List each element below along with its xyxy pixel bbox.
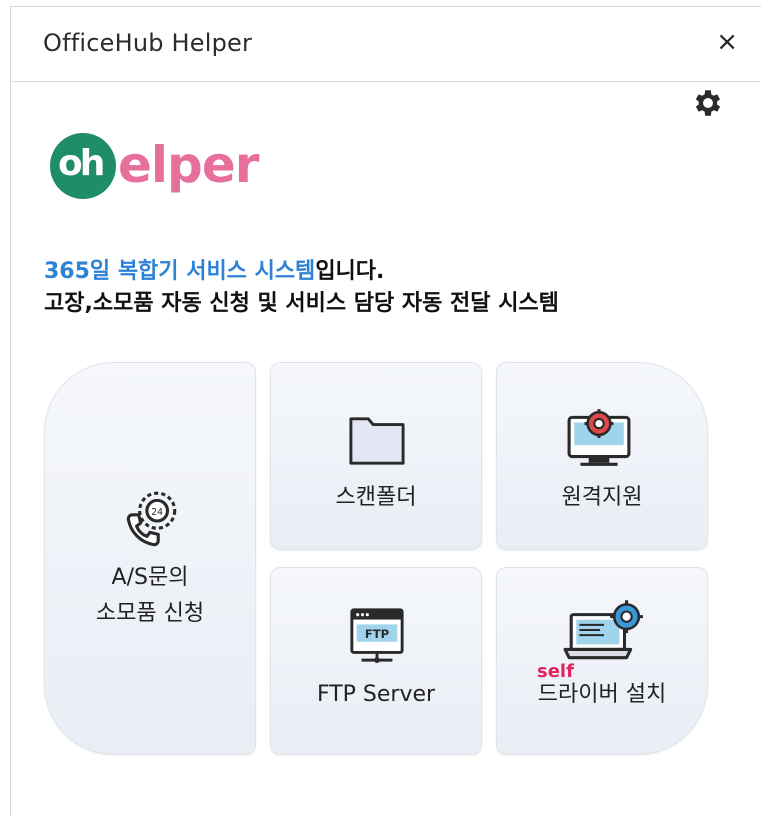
helper-logo: oh elper bbox=[50, 133, 280, 203]
title-bar: OfficeHub Helper × bbox=[11, 7, 761, 82]
description-line-2: 고장,소모품 자동 신청 및 서비스 담당 자동 전달 시스템 bbox=[44, 291, 559, 316]
gear-icon[interactable] bbox=[691, 86, 725, 120]
driver-install-tile[interactable]: self 드라이버 설치 bbox=[496, 567, 708, 755]
ftp-icon-text: FTP bbox=[365, 627, 390, 641]
description-rest: 입니다. bbox=[315, 259, 385, 284]
logo-text: elper bbox=[118, 136, 259, 194]
window-title: OfficeHub Helper bbox=[43, 29, 253, 57]
folder-icon bbox=[349, 417, 405, 465]
remote-support-label: 원격지원 bbox=[561, 485, 643, 510]
ftp-server-icon: FTP bbox=[350, 608, 404, 664]
ftp-server-label: FTP Server bbox=[316, 682, 436, 707]
close-icon[interactable]: × bbox=[716, 27, 738, 57]
ftp-server-tile[interactable]: FTP FTP Server bbox=[270, 567, 482, 755]
description-line-1: 365일 복합기 서비스 시스템입니다. bbox=[44, 256, 559, 288]
service-description: 365일 복합기 서비스 시스템입니다. 고장,소모품 자동 신청 및 서비스 … bbox=[44, 256, 559, 320]
scan-folder-label: 스캔폴더 bbox=[335, 485, 417, 510]
support-call-icon: 24 bbox=[126, 491, 177, 547]
driver-install-label: 드라이버 설치 bbox=[537, 682, 667, 707]
remote-support-tile[interactable]: 원격지원 bbox=[496, 362, 708, 550]
laptop-gear-icon bbox=[563, 600, 643, 660]
as-inquiry-label: A/S문의 bbox=[111, 565, 189, 590]
logo-mark: oh bbox=[50, 133, 116, 199]
scan-folder-tile[interactable]: 스캔폴더 bbox=[270, 362, 482, 550]
as-inquiry-tile[interactable]: 24 A/S문의 소모품 신청 bbox=[44, 362, 256, 755]
remote-monitor-icon bbox=[567, 409, 631, 466]
description-accent: 365일 복합기 서비스 시스템 bbox=[44, 259, 316, 284]
consumables-request-label: 소모품 신청 bbox=[95, 601, 205, 626]
logo-mark-text: oh bbox=[58, 143, 105, 184]
svg-text:24: 24 bbox=[151, 507, 163, 518]
